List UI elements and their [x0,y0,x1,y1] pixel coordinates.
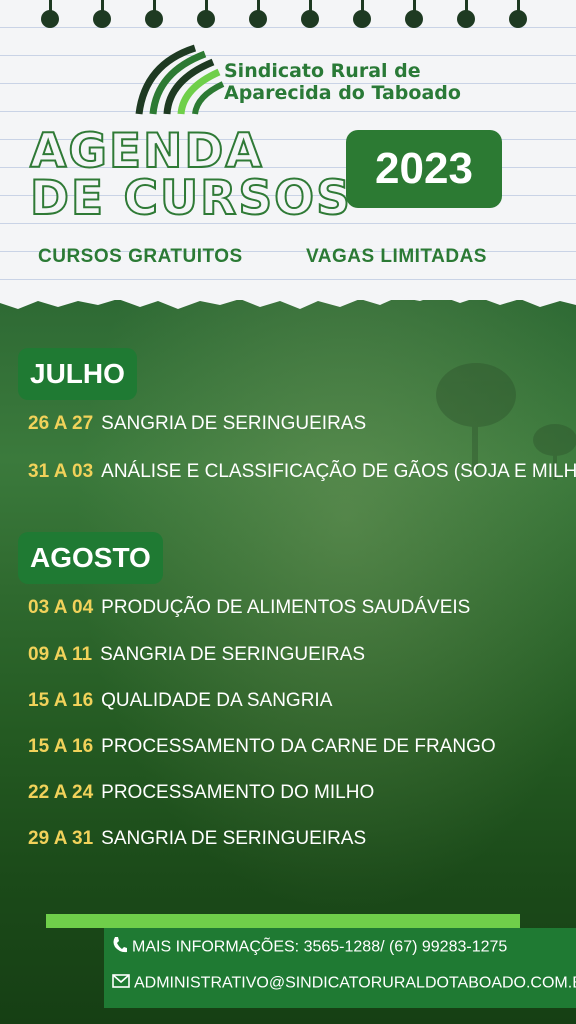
binder-ring [352,0,372,28]
page-title: AGENDA DE CURSOS [29,124,352,226]
binder-ring [456,0,476,28]
course-title: SANGRIA DE SERINGUEIRAS [100,644,366,665]
course-row: 15 A 16 QUALIDADE DA SANGRIA [28,690,332,712]
org-logo [135,44,225,116]
org-name: Sindicato Rural de Aparecida do Taboado [224,60,461,104]
course-date: 31 A 03 [28,461,94,482]
course-row: 29 A 31 SANGRIA DE SERINGUEIRAS [28,828,366,850]
binder-ring [92,0,112,28]
course-row: 26 A 27 SANGRIA DE SERINGUEIRAS [28,413,366,435]
course-row: 22 A 24 PROCESSAMENTO DO MILHO [28,782,374,804]
title-line2: DE CURSOS [29,171,352,226]
org-name-line2: Aparecida do Taboado [224,82,461,104]
title-line1: AGENDA [29,124,264,179]
course-title: PROCESSAMENTO DO MILHO [101,782,375,803]
course-title: SANGRIA DE SERINGUEIRAS [101,413,367,434]
binder-ring [248,0,268,28]
month-julho-label: JULHO [18,348,137,400]
binder-ring [40,0,60,28]
limited-spots-tag: VAGAS LIMITADAS [306,246,487,267]
course-title: PROCESSAMENTO DA CARNE DE FRANGO [101,736,496,757]
binder-ring [508,0,528,28]
contact-box: MAIS INFORMAÇÕES: 3565-1288/ (67) 99283-… [104,928,576,1008]
email-text: ADMINISTRATIVO@SINDICATORURALDOTABOADO.C… [134,974,576,992]
org-name-line1: Sindicato Rural de [224,60,421,82]
mail-icon [112,974,130,993]
email-line: ADMINISTRATIVO@SINDICATORURALDOTABOADO.C… [112,974,576,993]
phone-icon [112,936,128,959]
course-date: 29 A 31 [28,828,94,849]
binder-ring [300,0,320,28]
course-title: QUALIDADE DA SANGRIA [101,690,333,711]
course-row: 31 A 03 ANÁLISE E CLASSIFICAÇÃO DE GÃOS (… [28,461,576,483]
course-date: 03 A 04 [28,597,94,618]
course-date: 09 A 11 [28,644,93,665]
course-date: 15 A 16 [28,690,94,711]
course-title: PRODUÇÃO DE ALIMENTOS SAUDÁVEIS [101,597,471,618]
notebook-header: Sindicato Rural de Aparecida do Taboado … [0,0,576,310]
binder-ring [196,0,216,28]
year-badge: 2023 [346,130,502,208]
month-agosto-label: AGOSTO [18,532,163,584]
torn-paper-edge [0,285,576,309]
course-date: 26 A 27 [28,413,94,434]
free-courses-tag: CURSOS GRATUITOS [38,246,243,267]
accent-stripe [46,914,520,928]
course-row: 03 A 04 PRODUÇÃO DE ALIMENTOS SAUDÁVEIS [28,597,470,619]
binder-ring [144,0,164,28]
course-date: 22 A 24 [28,782,94,803]
course-title: SANGRIA DE SERINGUEIRAS [101,828,367,849]
course-row: 15 A 16 PROCESSAMENTO DA CARNE DE FRANGO [28,736,496,758]
course-date: 15 A 16 [28,736,94,757]
binder-ring [404,0,424,28]
phone-text: MAIS INFORMAÇÕES: 3565-1288/ (67) 99283-… [132,938,508,956]
course-row: 09 A 11 SANGRIA DE SERINGUEIRAS [28,644,365,666]
phone-line: MAIS INFORMAÇÕES: 3565-1288/ (67) 99283-… [112,936,507,959]
course-title: ANÁLISE E CLASSIFICAÇÃO DE GÃOS (SOJA E … [101,461,576,482]
